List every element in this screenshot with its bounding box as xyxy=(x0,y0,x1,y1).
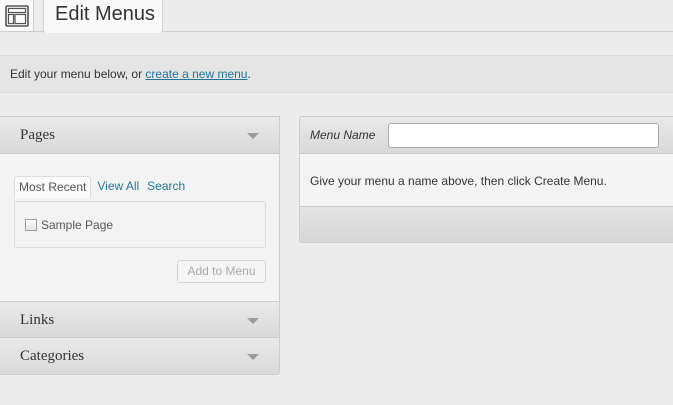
chevron-down-icon[interactable] xyxy=(247,354,259,360)
accordion-pages-body: Most Recent View All Search Sample Page … xyxy=(0,154,279,301)
menus-icon xyxy=(0,0,34,32)
page-title: Edit Menus xyxy=(55,3,156,25)
pages-tabs: Most Recent View All Search xyxy=(14,176,189,198)
accordion-links-header[interactable]: Links xyxy=(0,301,279,338)
menu-items-accordion: Pages Most Recent View All Search Sample… xyxy=(0,116,280,375)
sample-page-label[interactable]: Sample Page xyxy=(41,218,113,232)
sample-page-checkbox[interactable] xyxy=(25,219,37,231)
tab-search[interactable]: Search xyxy=(143,176,189,198)
accordion-links-title: Links xyxy=(20,312,55,328)
accordion-categories-title: Categories xyxy=(20,348,85,364)
intro-notice: Edit your menu below, or create a new me… xyxy=(0,55,673,93)
chevron-down-icon[interactable] xyxy=(247,133,259,139)
tab-most-recent[interactable]: Most Recent xyxy=(14,176,92,198)
chevron-down-icon[interactable] xyxy=(247,318,259,324)
page-title-tab: Edit Menus xyxy=(43,0,163,33)
menu-instructions: Give your menu a name above, then click … xyxy=(310,174,607,188)
menu-panel-footer xyxy=(300,206,673,242)
top-tab-bar: Edit Menus xyxy=(0,0,673,33)
tab-view-all[interactable]: View All xyxy=(93,176,143,198)
menu-name-label: Menu Name xyxy=(310,128,376,142)
accordion-pages-header[interactable]: Pages xyxy=(0,117,279,154)
list-item[interactable]: Sample Page xyxy=(25,218,113,232)
accordion-pages-title: Pages xyxy=(20,127,55,143)
menu-name-input[interactable] xyxy=(388,123,659,148)
accordion-categories-header[interactable]: Categories xyxy=(0,338,279,374)
add-to-menu-button[interactable]: Add to Menu xyxy=(177,260,266,283)
menu-edit-panel: Menu Name Give your menu a name above, t… xyxy=(299,116,673,243)
create-new-menu-link[interactable]: create a new menu xyxy=(145,67,247,81)
intro-suffix: . xyxy=(247,67,251,81)
pages-tab-panel: Sample Page xyxy=(14,201,266,248)
intro-text: Edit your menu below, or xyxy=(10,67,146,81)
menu-panel-header: Menu Name xyxy=(300,117,673,154)
